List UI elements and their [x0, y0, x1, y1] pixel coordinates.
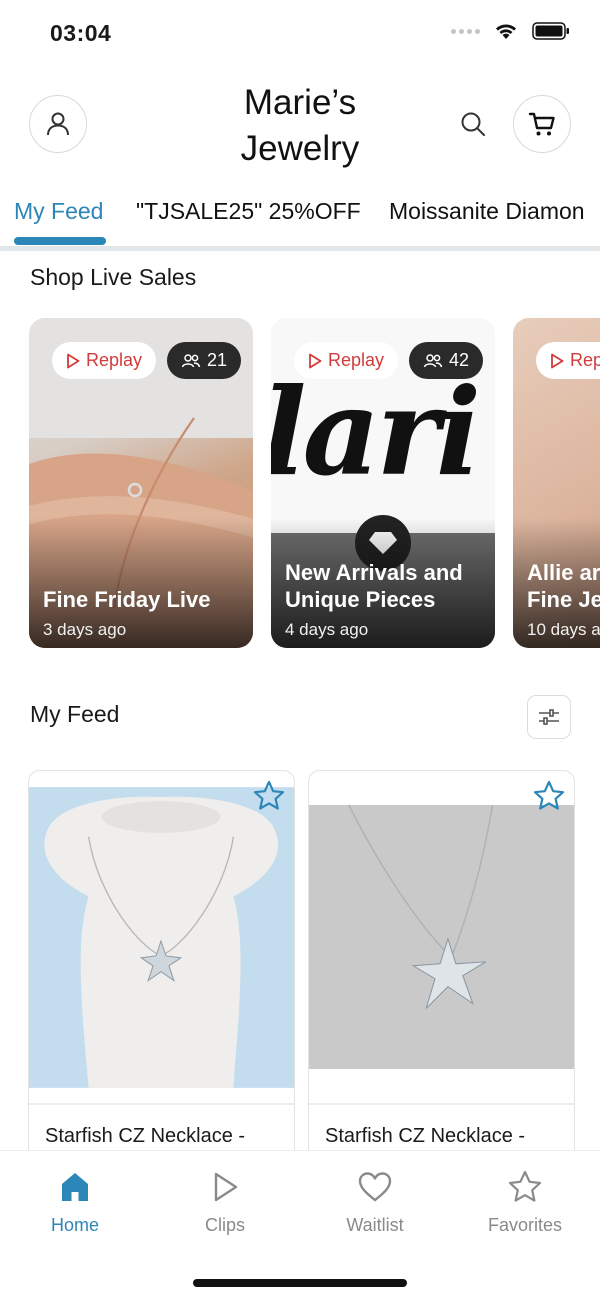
- live-card-title: Allie ar Fine Je: [527, 560, 600, 612]
- replay-badge[interactable]: Replay: [294, 342, 399, 379]
- cart-icon: [528, 112, 555, 136]
- store-title-line-2: Jewelry: [240, 129, 360, 168]
- viewers-badge: 42: [409, 342, 484, 379]
- product-name: Starfish CZ Necklace -: [45, 1125, 246, 1147]
- replay-label: Replay: [86, 350, 143, 370]
- nav-home[interactable]: Home: [15, 1169, 135, 1236]
- wifi-icon: [496, 24, 516, 39]
- replay-badge[interactable]: Rep: [536, 342, 600, 379]
- live-card-time: 4 days ago: [285, 620, 369, 639]
- status-bar: 03:04: [0, 0, 600, 66]
- play-outline-icon: [67, 353, 80, 368]
- live-card-time: 10 days a: [527, 620, 600, 639]
- live-card-time: 3 days ago: [43, 620, 127, 639]
- live-card-title: Fine Friday Live: [43, 587, 211, 612]
- category-tabs: My Feed "TJSALE25" 25%OFF Moissanite Dia…: [0, 190, 600, 248]
- nav-favorites[interactable]: Favorites: [465, 1169, 585, 1236]
- product-divider: [309, 1103, 574, 1105]
- battery-icon: [532, 22, 569, 40]
- heart-icon: [358, 1172, 392, 1202]
- favorite-star-icon[interactable]: [532, 779, 566, 813]
- signal-dots-icon: [451, 28, 480, 34]
- live-card-bg-text: lari: [271, 362, 481, 503]
- active-tab-indicator: [14, 237, 106, 245]
- store-title: Marie’s Jewelry: [200, 80, 400, 172]
- nav-favorites-label: Favorites: [487, 1215, 563, 1235]
- nav-waitlist-label: Waitlist: [346, 1215, 404, 1235]
- viewers-count: 21: [207, 350, 228, 370]
- play-icon: [214, 1172, 238, 1202]
- play-outline-icon: [309, 353, 322, 368]
- home-icon: [62, 1173, 88, 1201]
- tab-moissanite-diamond[interactable]: Moissanite Diamon: [389, 198, 585, 225]
- product-image: [29, 787, 294, 1088]
- nav-clips[interactable]: Clips: [165, 1169, 285, 1236]
- tab-my-feed[interactable]: My Feed: [14, 198, 103, 225]
- product-card[interactable]: Starfish CZ Necklace -: [308, 770, 575, 1170]
- profile-button[interactable]: [29, 95, 87, 153]
- product-divider: [29, 1103, 294, 1105]
- filter-button[interactable]: [527, 695, 571, 739]
- product-name: Starfish CZ Necklace -: [325, 1125, 526, 1147]
- bottom-navigation: Home Clips Waitlist Favorites: [0, 1150, 600, 1299]
- replay-label: Replay: [328, 350, 385, 370]
- live-card[interactable]: lari Replay 42 New Arrivals and Unique P…: [271, 318, 495, 648]
- tab-tjsale25[interactable]: "TJSALE25" 25%OFF: [136, 198, 361, 225]
- status-time: 03:04: [50, 20, 112, 46]
- tabs-divider: [0, 246, 600, 251]
- status-icons: [451, 22, 570, 40]
- replay-badge[interactable]: Replay: [52, 342, 157, 379]
- replay-label: Rep: [570, 350, 600, 370]
- sliders-icon: [539, 709, 559, 725]
- viewers-count: 42: [449, 350, 470, 370]
- header: Marie’s Jewelry: [0, 66, 600, 186]
- nav-clips-label: Clips: [204, 1215, 245, 1235]
- viewers-icon: [181, 353, 201, 367]
- viewers-icon: [423, 353, 443, 367]
- star-icon: [508, 1170, 542, 1202]
- nav-waitlist[interactable]: Waitlist: [315, 1169, 435, 1236]
- product-card[interactable]: Starfish CZ Necklace -: [28, 770, 295, 1170]
- my-feed-heading: My Feed: [30, 701, 120, 727]
- cart-button[interactable]: [513, 95, 571, 153]
- nav-home-label: Home: [50, 1215, 99, 1235]
- viewers-badge: 21: [167, 342, 242, 379]
- home-indicator: [193, 1279, 407, 1287]
- shop-live-sales-heading: Shop Live Sales: [30, 264, 197, 290]
- live-sales-carousel[interactable]: Replay 21 Fine Friday Live 3 days ago la…: [0, 318, 600, 650]
- product-image: [309, 804, 574, 1070]
- store-title-line-1: Marie’s: [243, 83, 357, 122]
- play-outline-icon: [551, 353, 564, 368]
- search-icon: [461, 112, 485, 136]
- live-card[interactable]: Rep Allie ar Fine Je 10 days a: [513, 318, 600, 648]
- live-card-title: New Arrivals and Unique Pieces: [285, 560, 463, 612]
- profile-icon: [47, 112, 69, 136]
- favorite-star-icon[interactable]: [252, 779, 286, 813]
- search-button[interactable]: [455, 106, 491, 142]
- live-card[interactable]: Replay 21 Fine Friday Live 3 days ago: [29, 318, 253, 648]
